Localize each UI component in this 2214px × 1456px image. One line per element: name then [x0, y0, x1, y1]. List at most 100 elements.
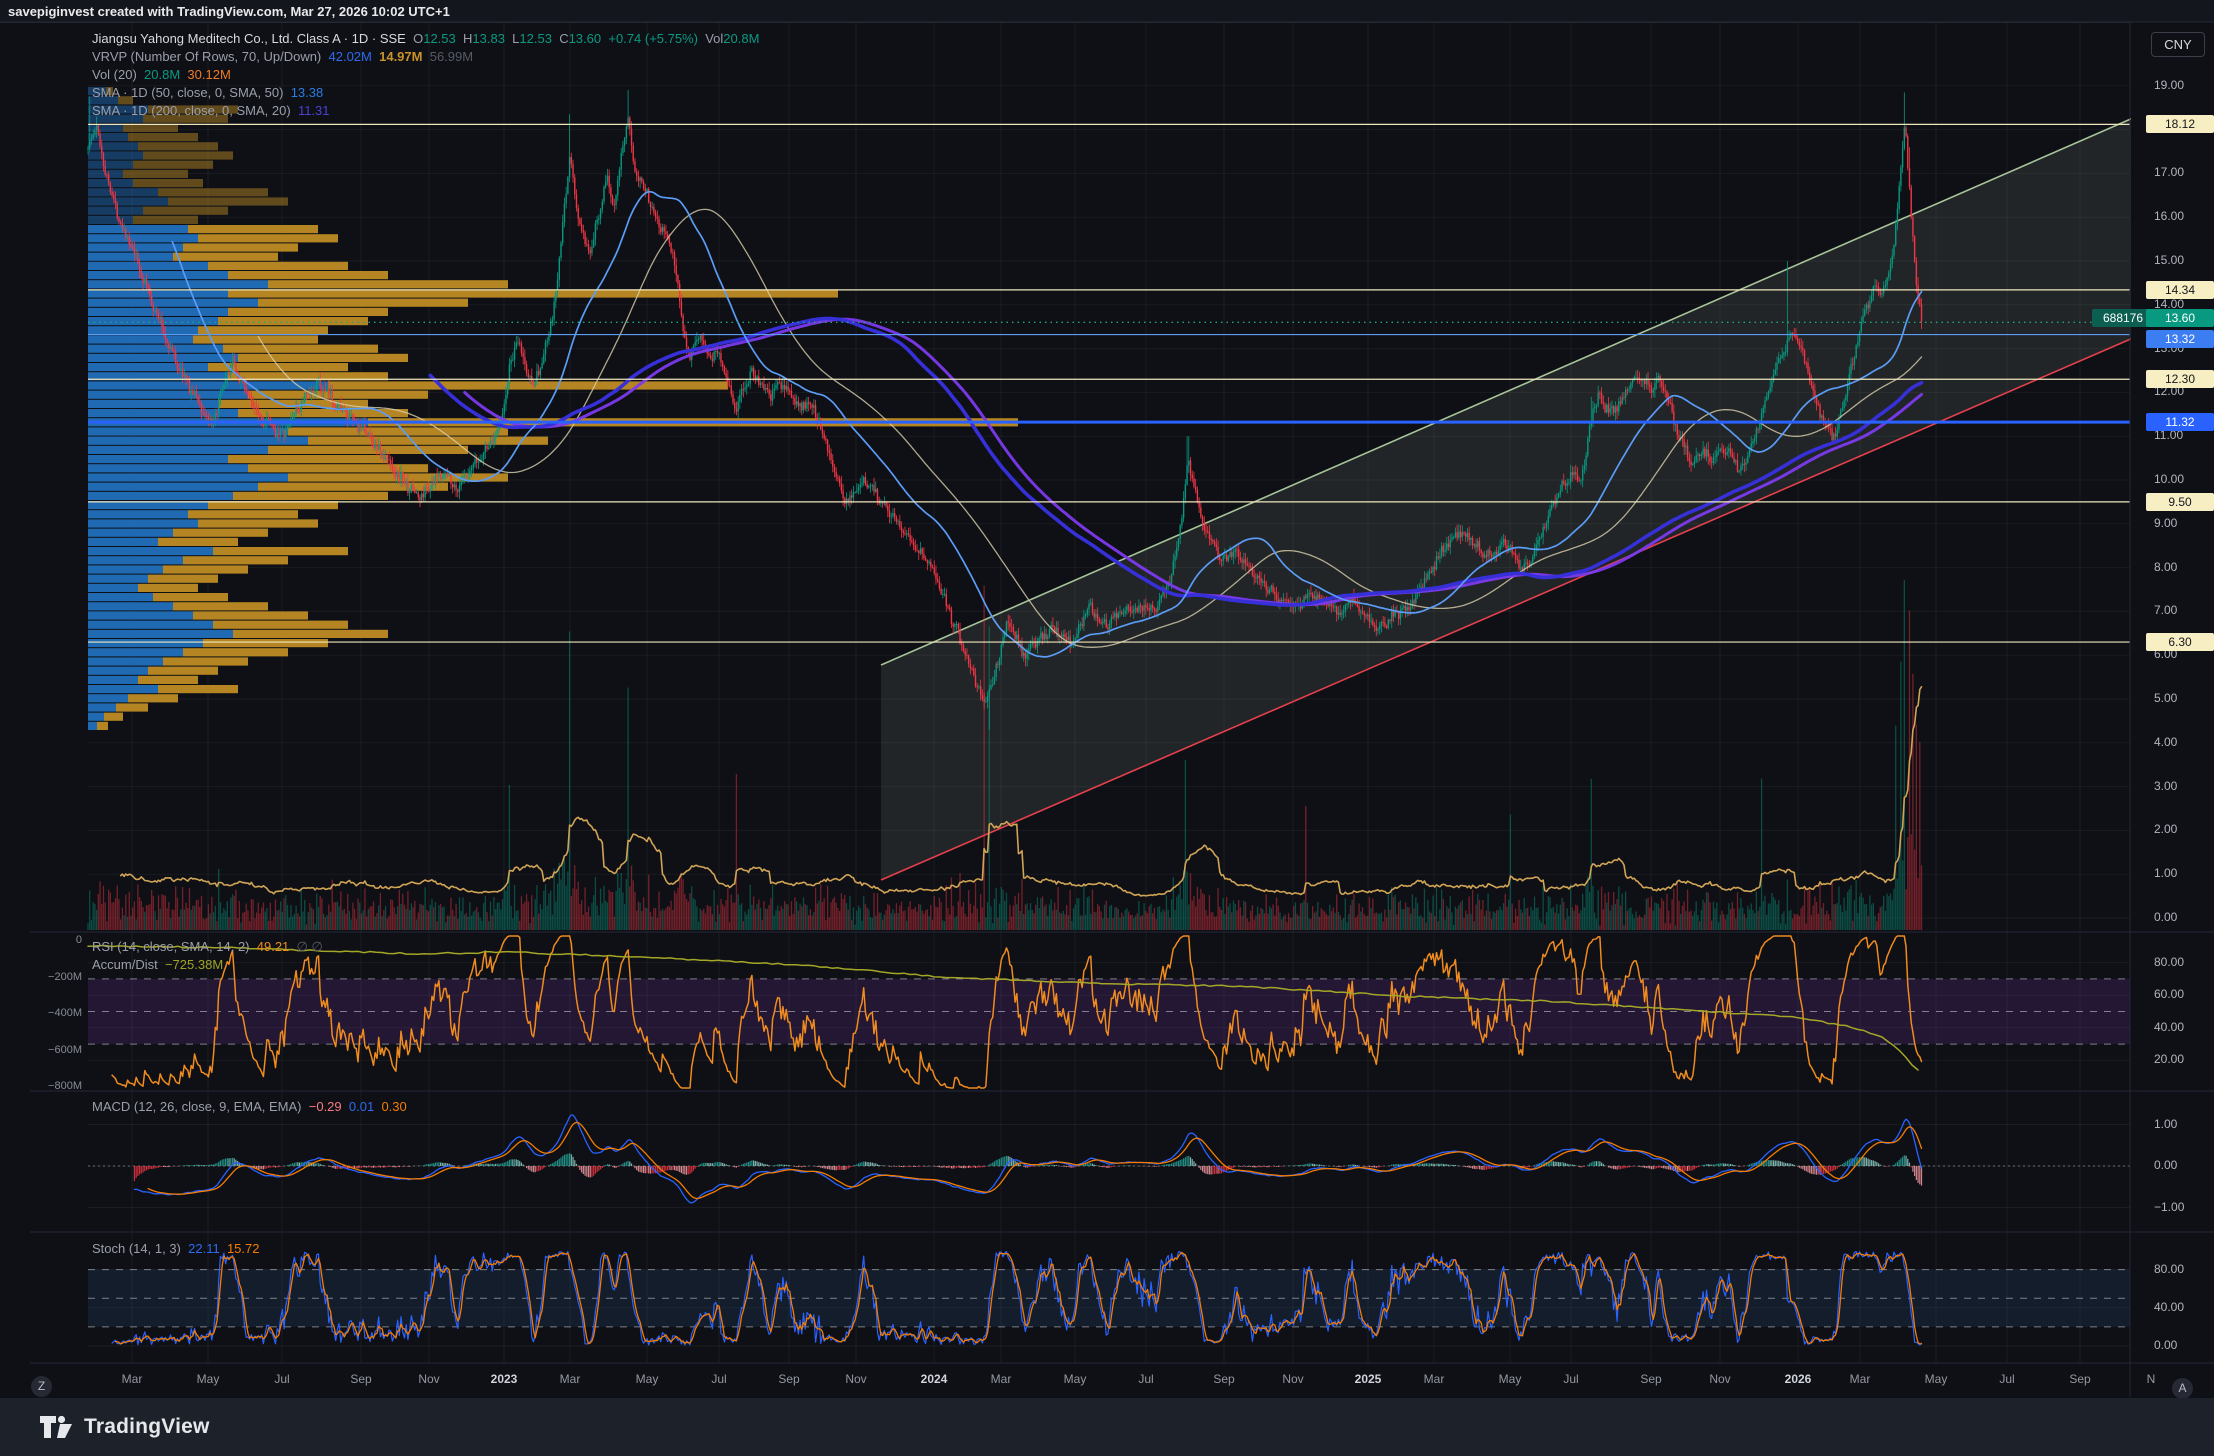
chart-stage[interactable]: [0, 0, 2214, 1456]
price-tick-label: 3.00: [2154, 779, 2177, 793]
rsi-value: 49.21: [257, 939, 290, 954]
volma-ma-value: 30.12M: [187, 67, 230, 82]
price-tag-13-32[interactable]: 13.32: [2146, 330, 2214, 348]
sma200-legend-row[interactable]: SMA · 1D (200, close, 0, SMA, 20) 11.31: [92, 102, 759, 120]
rsi-label: RSI (14, close, SMA, 14, 2): [92, 939, 250, 954]
price-tag-12-30[interactable]: 12.30: [2146, 370, 2214, 388]
macd-line-value: 0.01: [349, 1099, 374, 1114]
time-tick-label: Jul: [711, 1372, 726, 1386]
timezone-button[interactable]: Z: [31, 1376, 52, 1397]
rsi-legend-row[interactable]: RSI (14, close, SMA, 14, 2) 49.21 ∅ ∅: [92, 938, 323, 956]
volume-label: Vol: [705, 31, 723, 46]
time-tick-label: 2023: [491, 1372, 518, 1386]
stoch-legend: Stoch (14, 1, 3) 22.11 15.72: [92, 1240, 259, 1258]
time-tick-label: Sep: [350, 1372, 371, 1386]
rsi-tick-label: 40.00: [2154, 1020, 2184, 1034]
rsi-tick-label: 80.00: [2154, 955, 2184, 969]
price-tick-label: 0.00: [2154, 910, 2177, 924]
low-value: 12.53: [519, 31, 552, 46]
sma50-legend-row[interactable]: SMA · 1D (50, close, 0, SMA, 50) 13.38: [92, 84, 759, 102]
sma200-value: 11.31: [298, 103, 330, 118]
macd-hist-value: −0.29: [309, 1099, 342, 1114]
volma-vol-value: 20.8M: [144, 67, 180, 82]
time-tick-label: 2026: [1785, 1372, 1812, 1386]
vrvp-legend-row[interactable]: VRVP (Number Of Rows, 70, Up/Down) 42.02…: [92, 48, 759, 66]
price-tick-label: 16.00: [2154, 209, 2184, 223]
vrvp-down-value: 14.97M: [379, 49, 422, 64]
price-tick-label: 8.00: [2154, 560, 2177, 574]
macd-tick-label: −1.00: [2154, 1200, 2184, 1214]
volma-legend-row[interactable]: Vol (20) 20.8M 30.12M: [92, 66, 759, 84]
price-tag-688176[interactable]: 688176: [2092, 309, 2154, 327]
time-tick-label: Jul: [1138, 1372, 1153, 1386]
price-tag-18-12[interactable]: 18.12: [2146, 115, 2214, 133]
price-tick-label: 5.00: [2154, 691, 2177, 705]
time-tick-label: 2025: [1355, 1372, 1382, 1386]
rsi-legend: RSI (14, close, SMA, 14, 2) 49.21 ∅ ∅ Ac…: [92, 938, 323, 974]
stoch-tick-label: 0.00: [2154, 1338, 2177, 1352]
time-tick-label: May: [1499, 1372, 1522, 1386]
rsi-tick-label: 20.00: [2154, 1052, 2184, 1066]
autoscale-button[interactable]: A: [2172, 1378, 2193, 1399]
open-label: O: [413, 31, 423, 46]
time-tick-label: Jul: [1999, 1372, 2014, 1386]
main-legend: Jiangsu Yahong Meditech Co., Ltd. Class …: [92, 30, 759, 120]
time-tick-label: Mar: [1850, 1372, 1871, 1386]
price-tag-13-60[interactable]: 13.60: [2146, 309, 2214, 327]
price-tag-14-34[interactable]: 14.34: [2146, 281, 2214, 299]
footer-bar: TradingView: [0, 1398, 2214, 1456]
high-label: H: [463, 31, 472, 46]
time-tick-label: Mar: [1424, 1372, 1445, 1386]
sma200-label: SMA · 1D (200, close, 0, SMA, 20): [92, 103, 291, 118]
rsi-hidden-values: ∅ ∅: [297, 939, 323, 954]
macd-legend: MACD (12, 26, close, 9, EMA, EMA) −0.29 …: [92, 1098, 407, 1116]
accdist-tick-label: −200M: [30, 971, 82, 983]
vrvp-label: VRVP (Number Of Rows, 70, Up/Down): [92, 49, 321, 64]
accdist-label: Accum/Dist: [92, 957, 158, 972]
price-tick-label: 7.00: [2154, 603, 2177, 617]
price-tag-6-30[interactable]: 6.30: [2146, 633, 2214, 651]
high-value: 13.83: [472, 31, 505, 46]
tradingview-logo-icon[interactable]: [38, 1410, 74, 1444]
time-tick-label: May: [1064, 1372, 1087, 1386]
volume-value: 20.8M: [723, 31, 759, 46]
stoch-k-value: 22.11: [188, 1241, 220, 1256]
time-tick-label: Jul: [274, 1372, 289, 1386]
accdist-value: −725.38M: [165, 957, 223, 972]
price-tick-label: 2.00: [2154, 822, 2177, 836]
time-tick-label: Sep: [1213, 1372, 1234, 1386]
vrvp-total-value: 56.99M: [430, 49, 473, 64]
time-tick-label: Jul: [1563, 1372, 1578, 1386]
price-chart-canvas[interactable]: [0, 0, 2214, 1456]
vrvp-up-value: 42.02M: [329, 49, 372, 64]
time-tick-label: Mar: [122, 1372, 143, 1386]
macd-legend-row[interactable]: MACD (12, 26, close, 9, EMA, EMA) −0.29 …: [92, 1098, 407, 1116]
stoch-legend-row[interactable]: Stoch (14, 1, 3) 22.11 15.72: [92, 1240, 259, 1258]
stoch-label: Stoch (14, 1, 3): [92, 1241, 181, 1256]
time-tick-label: Mar: [991, 1372, 1012, 1386]
time-tick-label: Sep: [2069, 1372, 2090, 1386]
time-tick-label: Nov: [1709, 1372, 1730, 1386]
stoch-tick-label: 40.00: [2154, 1300, 2184, 1314]
time-tick-label: Sep: [1640, 1372, 1661, 1386]
price-tick-label: 1.00: [2154, 866, 2177, 880]
open-value: 12.53: [423, 31, 456, 46]
price-tick-label: 17.00: [2154, 165, 2184, 179]
accdist-legend-row[interactable]: Accum/Dist −725.38M: [92, 956, 323, 974]
volma-label: Vol (20): [92, 67, 137, 82]
time-tick-label: Sep: [778, 1372, 799, 1386]
price-tag-9-50[interactable]: 9.50: [2146, 493, 2214, 511]
tradingview-logo-text[interactable]: TradingView: [84, 1415, 210, 1439]
time-tick-label: Nov: [418, 1372, 439, 1386]
sma50-label: SMA · 1D (50, close, 0, SMA, 50): [92, 85, 283, 100]
price-tag-11-32[interactable]: 11.32: [2146, 413, 2214, 431]
accdist-tick-label: −600M: [30, 1044, 82, 1056]
tradingview-chart-window: savepiginvest created with TradingView.c…: [0, 0, 2214, 1456]
close-value: 13.60: [569, 31, 602, 46]
symbol-legend-row[interactable]: Jiangsu Yahong Meditech Co., Ltd. Class …: [92, 30, 759, 48]
time-tick-label: 2024: [921, 1372, 948, 1386]
currency-button[interactable]: CNY: [2151, 32, 2205, 57]
macd-signal-value: 0.30: [381, 1099, 406, 1114]
accdist-tick-label: −800M: [30, 1080, 82, 1092]
accdist-tick-label: −400M: [30, 1007, 82, 1019]
